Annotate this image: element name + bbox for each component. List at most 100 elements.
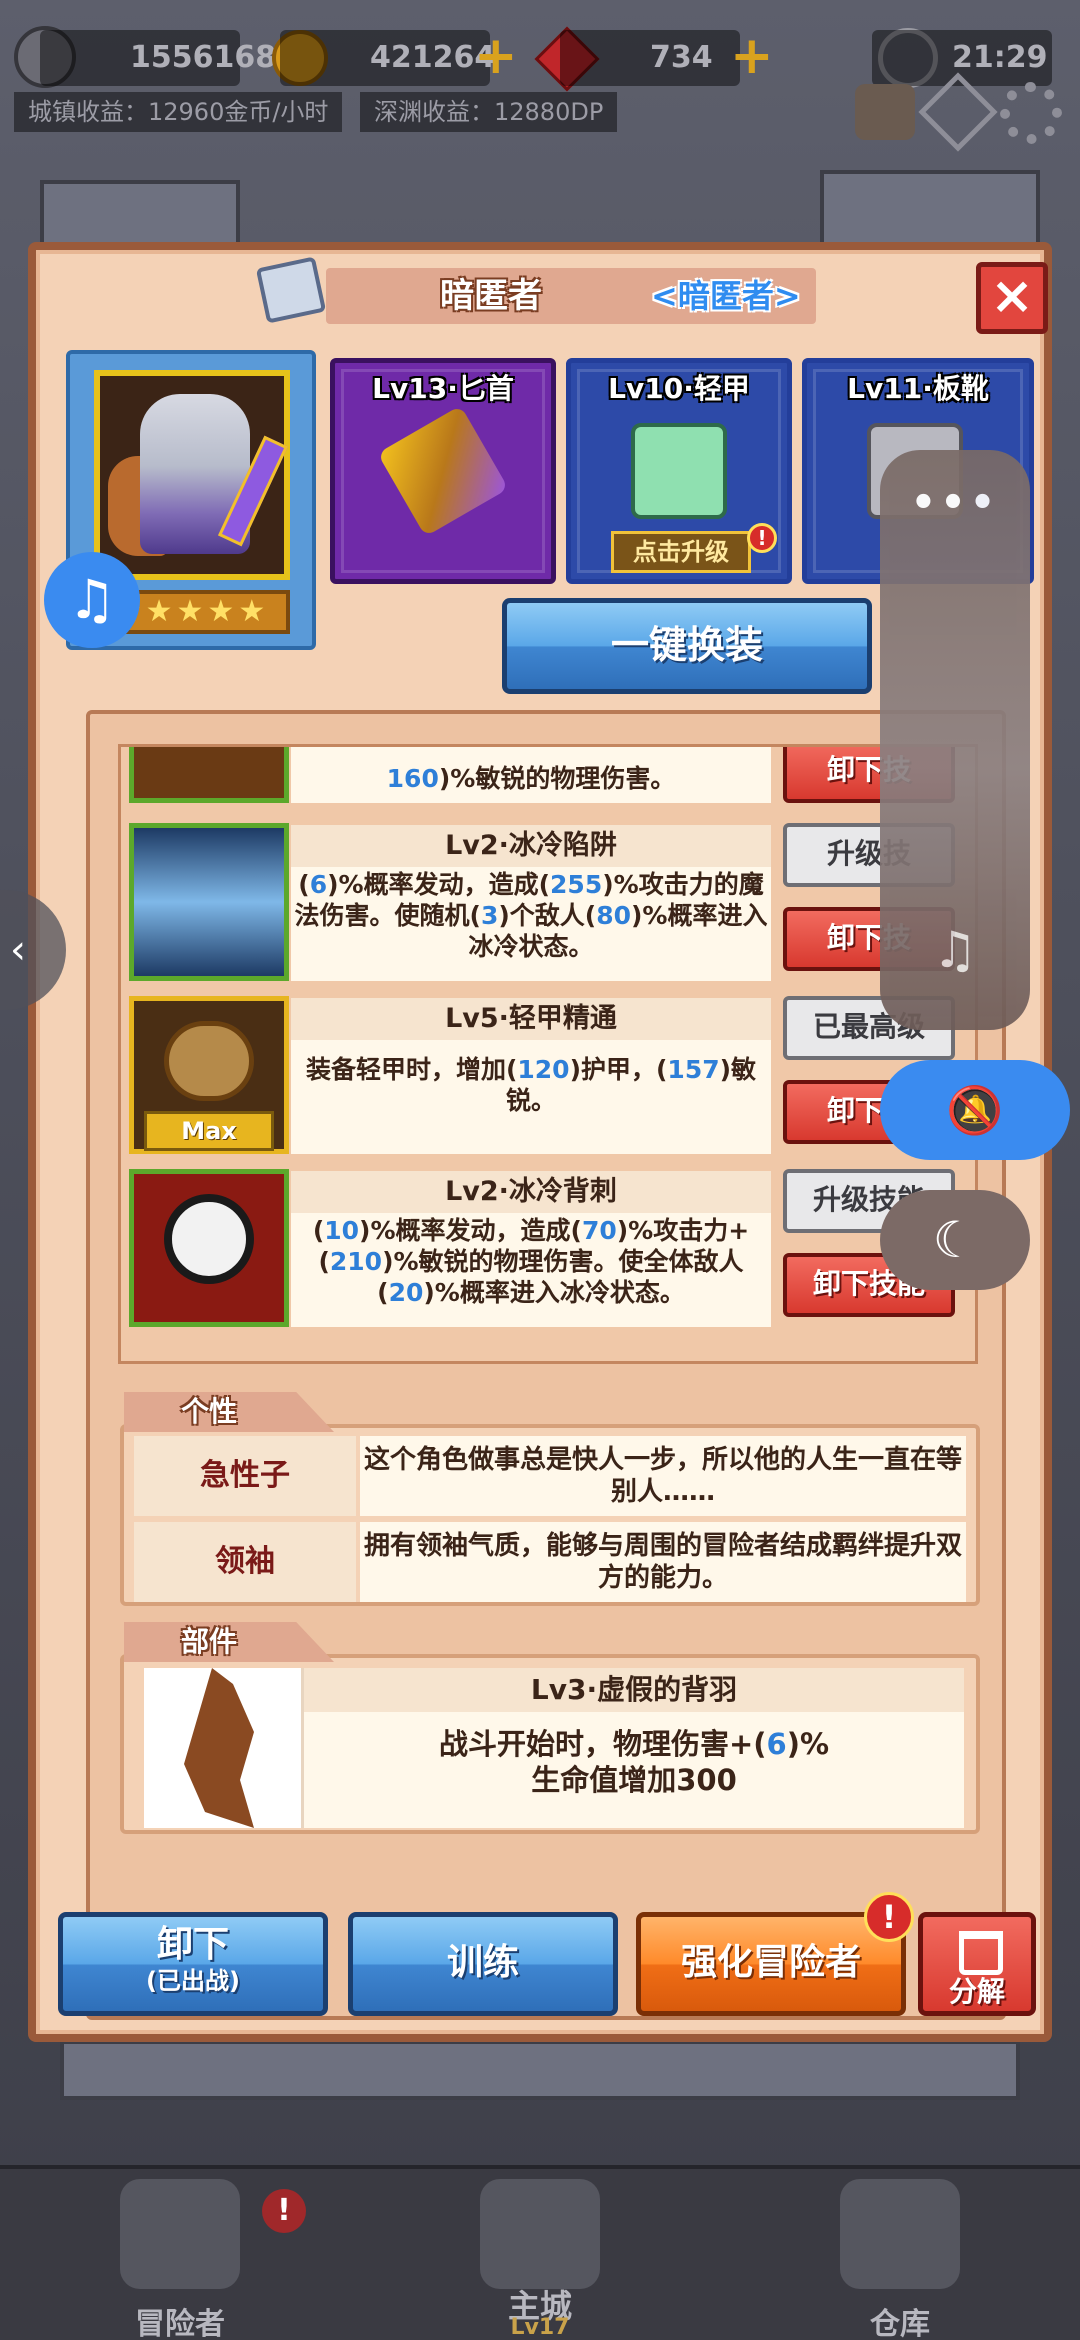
- skill-text-box: Lv5·轻甲精通 装备轻甲时，增加(120)护甲，(157)敏锐。: [291, 998, 771, 1154]
- desc-text: 生命值增加300: [531, 1763, 737, 1797]
- desc-text: (: [312, 1216, 325, 1245]
- skill-title: Lv5·轻甲精通: [291, 998, 771, 1040]
- skill-value: 6: [309, 870, 328, 899]
- desc-text: )%概率进入冰冷状态。: [423, 1278, 685, 1307]
- trait-name: 急性子: [134, 1436, 356, 1516]
- main-city-level: Lv17: [510, 2315, 570, 2340]
- gold-stat: 421264: [280, 30, 495, 86]
- unequip-button[interactable]: 卸下 (已出战): [58, 1912, 328, 2016]
- skill-value: 120: [517, 1055, 570, 1084]
- feather-icon: [184, 1668, 254, 1828]
- desc-text: )%概率发动，造成(: [359, 1216, 582, 1245]
- more-options-icon[interactable]: •••: [880, 480, 1030, 526]
- music-note-icon[interactable]: ♫: [44, 552, 140, 648]
- equip-slot-light-armor[interactable]: Lv10·轻甲 点击升级 !: [566, 358, 792, 584]
- alert-icon: !: [262, 2189, 306, 2233]
- desc-text: (: [298, 870, 310, 899]
- desc-text: 战斗开始时，物理伤害+(: [438, 1727, 767, 1761]
- skill-value: 255: [550, 870, 603, 899]
- unequip-label: 卸下: [156, 1924, 229, 1965]
- unequip-sublabel: (已出战): [146, 1967, 240, 1995]
- warehouse-icon: [840, 2179, 960, 2289]
- skill-value: 3: [480, 901, 499, 930]
- part-title: Lv3·虚假的背羽: [304, 1668, 964, 1712]
- power-stat: 1556168: [40, 30, 276, 86]
- skill-value: 20: [388, 1278, 424, 1307]
- gem-stat: 734: [560, 30, 740, 86]
- upgrade-hint-label[interactable]: 点击升级: [611, 531, 751, 573]
- cold-backstab-skill-icon: [129, 1169, 289, 1327]
- parts-tab: 部件: [124, 1622, 334, 1662]
- equip-name: Lv11·板靴: [847, 372, 989, 405]
- skill-icon: [129, 747, 289, 803]
- part-description: 战斗开始时，物理伤害+(6)% 生命值增加300: [304, 1726, 964, 1798]
- time-value: 21:29: [952, 40, 1048, 75]
- equip-name: Lv13·匕首: [372, 372, 514, 405]
- skill-row: 160)%敏锐的物理伤害。 卸下技: [121, 747, 975, 809]
- desc-text: )护甲，(: [569, 1055, 668, 1084]
- skill-value: 70: [581, 1216, 617, 1245]
- skill-value: 210: [329, 1247, 383, 1276]
- top-hud: 1556168 421264 + 734 + 21:29 城镇收益：12960金…: [0, 20, 1080, 152]
- trash-icon: [959, 1931, 1003, 1975]
- panel-title-bar: 暗匿者 <暗匿者>: [326, 268, 816, 324]
- skill-row: Max Lv5·轻甲精通 装备轻甲时，增加(120)护甲，(157)敏锐。 已最…: [121, 990, 975, 1160]
- music-off-icon[interactable]: ♫: [925, 920, 985, 980]
- skill-value: 80: [596, 901, 631, 930]
- background-building: [60, 2040, 1020, 2100]
- part-icon: [144, 1668, 304, 1828]
- part-item[interactable]: Lv3·虚假的背羽 战斗开始时，物理伤害+(6)% 生命值增加300: [144, 1668, 964, 1828]
- floating-tool-panel: ••• ♫: [880, 450, 1030, 1030]
- abyss-income: 深渊收益：12880DP: [360, 92, 618, 132]
- adventurer-icon: [120, 2179, 240, 2289]
- gem-value: 734: [650, 40, 713, 75]
- nav-adventurer[interactable]: 冒险者 !: [0, 2169, 360, 2340]
- night-mode-moon-icon[interactable]: ☾: [880, 1190, 1030, 1290]
- desc-text: )%: [786, 1727, 830, 1761]
- skill-description: (10)%概率发动，造成(70)%攻击力+(210)%敏锐的物理伤害。使全体敌人…: [291, 1215, 771, 1308]
- traits-section: 个性 急性子 这个角色做事总是快人一步，所以他的人生一直在等别人…… 领袖 拥有…: [120, 1392, 980, 1606]
- trait-row: 急性子 这个角色做事总是快人一步，所以他的人生一直在等别人……: [134, 1436, 966, 1516]
- alert-icon: !: [747, 523, 777, 553]
- light-armor-icon: [631, 423, 727, 519]
- desc-text: )个敌人(: [498, 901, 597, 930]
- skill-list[interactable]: 160)%敏锐的物理伤害。 卸下技 Lv2·冰冷陷阱 (6)%概率发动，造成(2…: [118, 744, 978, 1364]
- nav-label: 仓库: [870, 2307, 930, 2340]
- skill-description: 装备轻甲时，增加(120)护甲，(157)敏锐。: [291, 1054, 771, 1116]
- add-gold-button[interactable]: +: [474, 28, 518, 84]
- power-value: 1556168: [130, 40, 277, 75]
- trait-name: 领袖: [134, 1522, 356, 1602]
- castle-icon: [480, 2179, 600, 2289]
- skill-title: Lv2·冰冷陷阱: [291, 825, 771, 867]
- close-button[interactable]: ×: [976, 262, 1048, 334]
- equip-name: Lv10·轻甲: [608, 372, 750, 405]
- train-button[interactable]: 训练: [348, 1912, 618, 2016]
- decompose-label: 分解: [948, 1975, 1005, 2008]
- skill-text-box: 160)%敏锐的物理伤害。: [291, 747, 771, 803]
- skill-text-box: Lv2·冰冷陷阱 (6)%概率发动，造成(255)%攻击力的魔法伤害。使随机(3…: [291, 825, 771, 981]
- portrait-frame: [94, 370, 290, 580]
- mute-bell-icon[interactable]: 🔕: [880, 1060, 1070, 1160]
- bottom-navigation: 冒险者 ! 主城 Lv17 仓库: [0, 2165, 1080, 2340]
- add-gems-button[interactable]: +: [730, 28, 774, 84]
- light-armor-mastery-skill-icon: Max: [129, 996, 289, 1154]
- settings-gear-icon[interactable]: [1000, 82, 1062, 144]
- decompose-button[interactable]: 分解: [918, 1912, 1036, 2016]
- skill-value: 157: [667, 1055, 720, 1084]
- equip-slot-dagger[interactable]: Lv13·匕首: [330, 358, 556, 584]
- nav-main-city[interactable]: 主城 Lv17: [360, 2169, 720, 2340]
- desc-text: 装备轻甲时，增加(: [305, 1055, 518, 1084]
- one-click-equip-button[interactable]: 一键换装: [502, 598, 872, 694]
- skill-description: (6)%概率发动，造成(255)%攻击力的魔法伤害。使随机(3)个敌人(80)%…: [291, 869, 771, 962]
- skill-description: 160)%敏锐的物理伤害。: [291, 763, 771, 794]
- nav-label: 冒险者: [135, 2307, 225, 2340]
- nav-warehouse[interactable]: 仓库: [720, 2169, 1080, 2340]
- event-icon[interactable]: [855, 84, 915, 140]
- hero-name: 暗匿者: [440, 276, 542, 316]
- skill-row: Lv2·冰冷陷阱 (6)%概率发动，造成(255)%攻击力的魔法伤害。使随机(3…: [121, 817, 975, 987]
- scroll-icon: [255, 256, 327, 324]
- skill-value: 10: [324, 1216, 360, 1245]
- skill-text-box: Lv2·冰冷背刺 (10)%概率发动，造成(70)%攻击力+(210)%敏锐的物…: [291, 1171, 771, 1327]
- skill-value: 160: [386, 764, 439, 793]
- desc-text: )%概率发动，造成(: [327, 870, 551, 899]
